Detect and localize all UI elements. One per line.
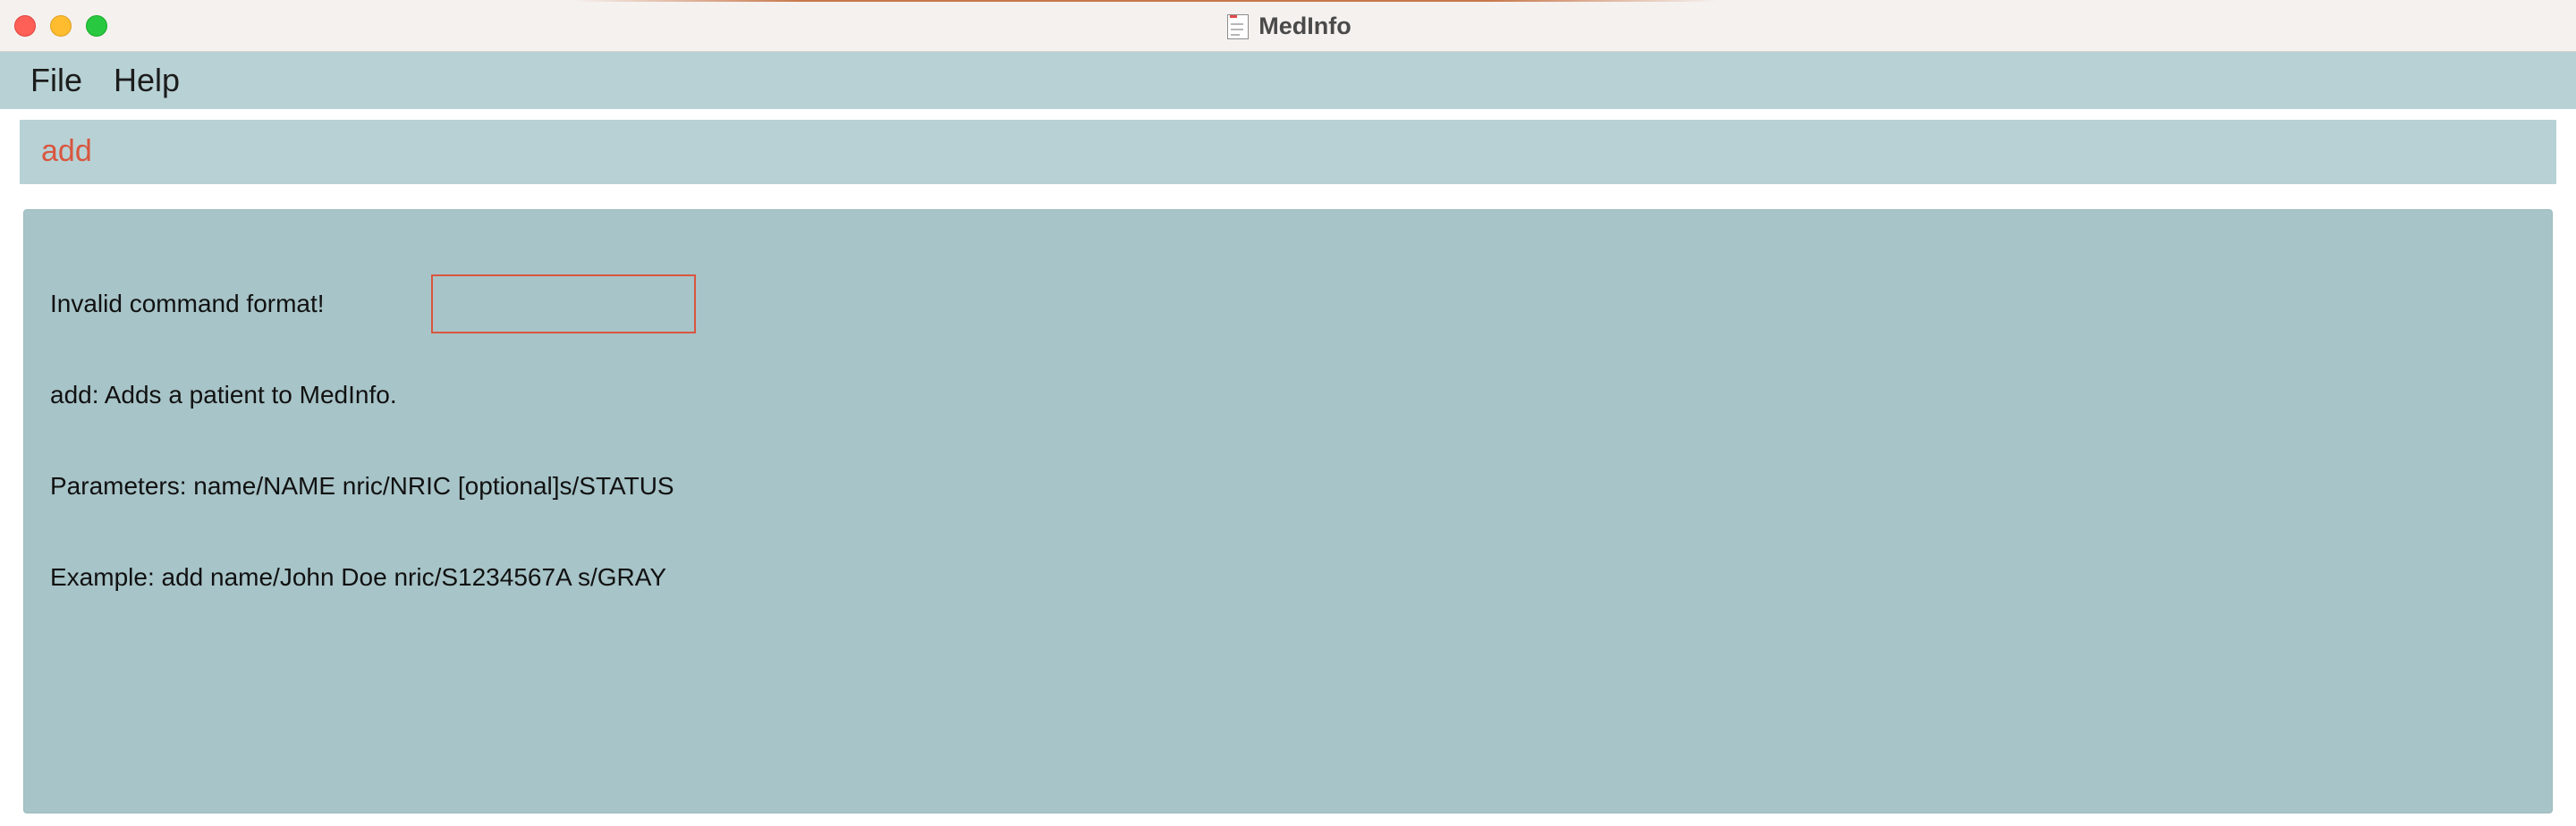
result-line: Example: add name/John Doe nric/S1234567… xyxy=(50,563,666,591)
result-line: Parameters: name/NAME nric/NRIC [optiona… xyxy=(50,472,674,500)
menu-file[interactable]: File xyxy=(30,63,82,98)
menu-help[interactable]: Help xyxy=(114,63,180,98)
result-display: Invalid command format! add: Adds a pati… xyxy=(23,209,2553,813)
title-bar: MedInfo xyxy=(0,0,2576,52)
command-input[interactable]: add xyxy=(20,120,2556,184)
result-line: add: Adds a patient to MedInfo. xyxy=(50,381,397,409)
menu-bar: File Help xyxy=(0,52,2576,109)
window-title-container: MedInfo xyxy=(0,0,2576,52)
command-input-text: add xyxy=(41,134,92,168)
window-title: MedInfo xyxy=(1258,12,1352,39)
result-text: Invalid command format! add: Adds a pati… xyxy=(50,228,674,653)
result-line: Invalid command format! xyxy=(50,290,325,317)
document-app-icon xyxy=(1224,11,1251,41)
